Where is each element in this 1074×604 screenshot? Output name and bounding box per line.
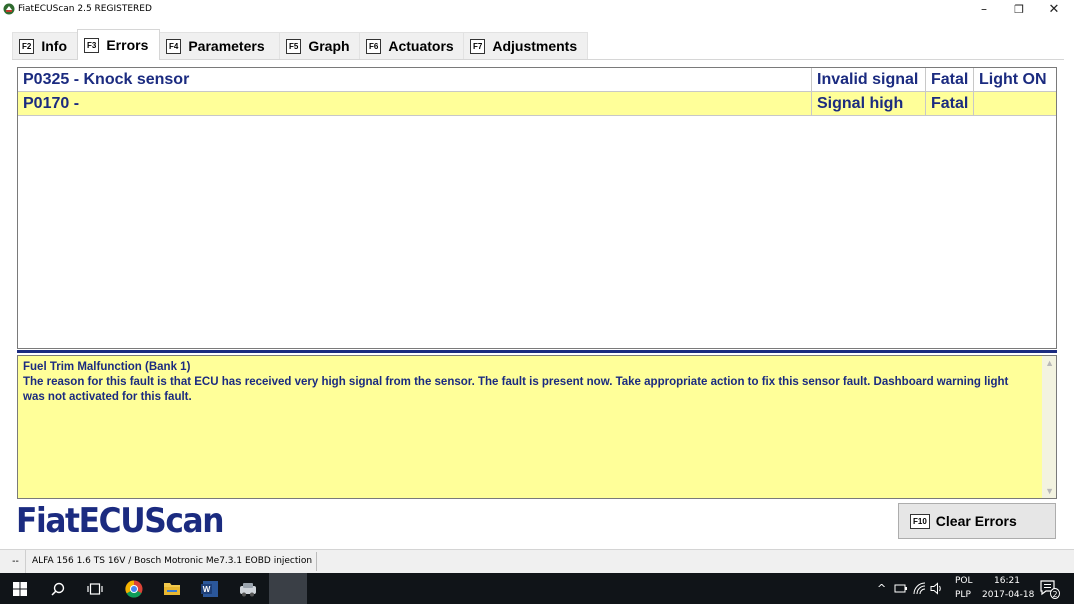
tab-actuators-key: F6 [366,38,382,54]
error-description-box[interactable]: Fuel Trim Malfunction (Bank 1) The reaso… [17,355,1057,499]
splitter[interactable] [17,350,1057,353]
tab-errors[interactable]: F3 Errors [77,29,160,60]
network-icon[interactable] [913,582,927,595]
folder-icon [164,583,180,595]
keyboard-layout[interactable]: PLP [955,590,971,600]
word-icon: W [201,580,218,597]
svg-text:W: W [203,585,211,594]
tab-info[interactable]: F2 Info [12,32,78,59]
fiatecuscan-app-icon [240,582,256,596]
tab-parameters-key: F4 [166,38,182,54]
clock-date[interactable]: 2017-04-18 [982,590,1034,600]
task-view-button[interactable] [77,573,113,604]
error-code-description: P0325 - Knock sensor [18,68,812,91]
taskbar: W ^ POL PLP 16:21 2017-04-18 2 [0,573,1074,604]
search-button[interactable] [40,573,76,604]
scroll-up-icon[interactable]: ▲ [1045,358,1054,368]
chrome-icon [125,579,143,598]
input-language[interactable]: POL [955,576,973,586]
error-warning-light [974,92,1056,115]
windows-icon [13,581,27,596]
title-bar: FiatECUScan 2.5 REGISTERED – ❐ ✕ [0,0,1074,19]
vehicle-info: ALFA 156 1.6 TS 16V / Bosch Motronic Me7… [28,552,318,571]
error-list[interactable]: P0325 - Knock sensor Invalid signal Fata… [17,67,1057,349]
tab-info-key: F2 [19,38,35,54]
show-hidden-icons[interactable]: ^ [877,582,886,595]
error-warning-light: Light ON [979,71,1047,88]
taskbar-active-window[interactable] [269,573,307,604]
description-scrollbar[interactable]: ▲ ▼ [1042,356,1056,498]
notification-count-badge: 2 [1050,588,1060,599]
tab-errors-label: Errors [106,37,149,53]
clear-errors-label: Clear Errors [935,513,1017,529]
taskbar-word[interactable]: W [192,573,228,604]
error-code-description: P0170 - [18,92,812,115]
task-view-icon [87,582,103,595]
app-logo: FiatECUScan [16,501,225,541]
connection-status: -- [6,550,26,573]
app-icon [3,3,15,15]
tab-graph-label: Graph [308,38,350,54]
tab-graph[interactable]: F5 Graph [279,32,360,59]
error-description-title: Fuel Trim Malfunction (Bank 1) [23,361,191,373]
window-title: FiatECUScan 2.5 REGISTERED [18,4,152,14]
tab-actuators-label: Actuators [388,38,454,54]
error-severity: Fatal [926,68,974,91]
search-icon [51,582,65,596]
taskbar-file-explorer[interactable] [154,573,190,604]
start-button[interactable] [2,573,38,604]
tab-parameters-label: Parameters [188,38,265,54]
taskbar-fiatecuscan[interactable] [230,573,266,604]
taskbar-chrome[interactable] [116,573,152,604]
error-severity: Fatal [926,92,974,115]
tab-actuators[interactable]: F6 Actuators [359,32,464,59]
tab-info-label: Info [41,38,67,54]
error-description-body: The reason for this fault is that ECU ha… [23,376,1009,403]
minimize-button[interactable]: – [966,0,1002,19]
tab-errors-key: F3 [84,37,100,53]
clear-errors-key: F10 [910,513,930,529]
clock-time[interactable]: 16:21 [994,576,1020,586]
error-row-selected[interactable]: P0170 - Signal high Fatal [18,92,1056,116]
error-status: Invalid signal [812,68,926,91]
tab-parameters[interactable]: F4 Parameters [159,32,280,59]
tab-adjustments-label: Adjustments [492,38,578,54]
scroll-down-icon[interactable]: ▼ [1045,486,1054,496]
tab-adjustments-key: F7 [470,38,486,54]
status-bar: -- ALFA 156 1.6 TS 16V / Bosch Motronic … [0,549,1074,573]
error-row[interactable]: P0325 - Knock sensor Invalid signal Fata… [18,68,1056,92]
battery-icon[interactable] [894,583,908,594]
tab-adjustments[interactable]: F7 Adjustments [463,32,588,59]
volume-icon[interactable] [930,582,944,595]
close-button[interactable]: ✕ [1036,0,1072,19]
maximize-button[interactable]: ❐ [1001,0,1037,19]
error-description-text: Fuel Trim Malfunction (Bank 1) The reaso… [23,360,1033,405]
clear-errors-button[interactable]: F10 Clear Errors [898,503,1056,539]
error-status: Signal high [812,92,926,115]
tab-graph-key: F5 [286,38,302,54]
